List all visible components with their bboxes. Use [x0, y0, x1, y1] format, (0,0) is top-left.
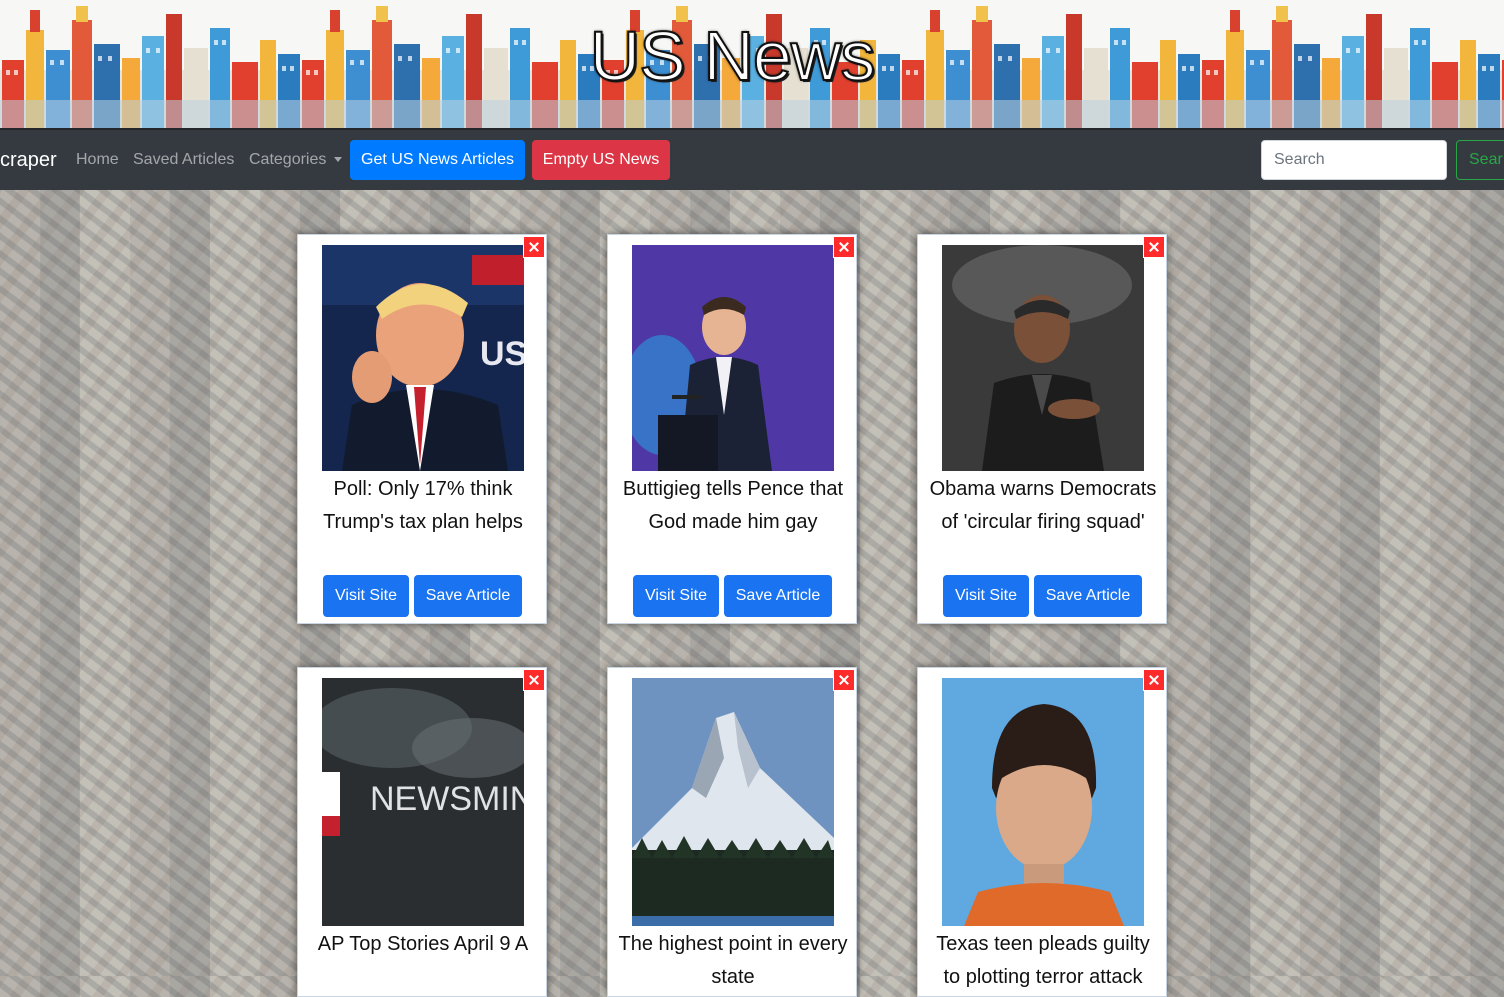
- remove-article-button[interactable]: [523, 669, 545, 691]
- nav-categories-dropdown[interactable]: Categories: [249, 149, 343, 171]
- article-title: Obama warns Democrats of 'circular firin…: [929, 478, 1157, 533]
- remove-article-button[interactable]: [833, 669, 855, 691]
- article-image: [942, 245, 1144, 471]
- visit-site-button[interactable]: Visit Site: [323, 575, 409, 617]
- newsminute-overlay-text: NEWSMINU: [370, 780, 524, 818]
- article-card: Texas teen pleads guilty to plotting ter…: [917, 667, 1167, 997]
- remove-article-button[interactable]: [833, 236, 855, 258]
- article-title: The highest point in every state: [618, 933, 848, 988]
- visit-site-button[interactable]: Visit Site: [633, 575, 719, 617]
- chevron-down-icon: [334, 157, 343, 163]
- get-us-news-articles-button[interactable]: Get US News Articles: [350, 140, 525, 180]
- article-image: NEWSMINU: [322, 678, 524, 926]
- remove-article-button[interactable]: [523, 236, 545, 258]
- save-article-button[interactable]: Save Article: [1034, 575, 1142, 617]
- article-image: [632, 245, 834, 471]
- usa-sign-text: USA: [480, 335, 524, 373]
- save-article-button[interactable]: Save Article: [724, 575, 832, 617]
- nav-home-link[interactable]: Home: [76, 149, 119, 171]
- navbar-brand[interactable]: craper: [0, 146, 57, 174]
- visit-site-button[interactable]: Visit Site: [943, 575, 1029, 617]
- article-thumbnail[interactable]: [632, 678, 834, 926]
- article-image: USA: [322, 245, 524, 471]
- article-thumbnail[interactable]: [942, 678, 1144, 926]
- article-card: NEWSMINU AP Top Stories April 9 A: [297, 667, 547, 997]
- save-article-button[interactable]: Save Article: [414, 575, 522, 617]
- article-thumbnail[interactable]: [632, 245, 834, 471]
- article-card: Obama warns Democrats of 'circular firin…: [917, 234, 1167, 624]
- article-title: Poll: Only 17% think Trump's tax plan he…: [323, 478, 523, 533]
- nav-categories-label: Categories: [249, 151, 327, 168]
- article-thumbnail[interactable]: NEWSMINU: [322, 678, 524, 926]
- article-card: USA Poll: Only 17% think Trump's tax pla…: [297, 234, 547, 624]
- article-image: [942, 678, 1144, 926]
- article-title: AP Top Stories April 9 A: [317, 933, 529, 955]
- article-image: [632, 678, 834, 926]
- remove-article-button[interactable]: [1143, 669, 1165, 691]
- remove-article-button[interactable]: [1143, 236, 1165, 258]
- search-button[interactable]: Sear: [1456, 140, 1504, 180]
- nav-saved-articles-link[interactable]: Saved Articles: [133, 149, 234, 171]
- article-card: The highest point in every state: [607, 667, 857, 997]
- top-navbar: craper Home Saved Articles Categories Ge…: [0, 128, 1504, 190]
- article-thumbnail[interactable]: [942, 245, 1144, 471]
- article-card: Buttigieg tells Pence that God made him …: [607, 234, 857, 624]
- article-title: Buttigieg tells Pence that God made him …: [622, 478, 844, 533]
- article-thumbnail[interactable]: USA: [322, 245, 524, 471]
- empty-us-news-button[interactable]: Empty US News: [532, 140, 670, 180]
- header-banner: US News: [0, 0, 1504, 128]
- search-input[interactable]: [1261, 140, 1447, 180]
- site-title: US News: [589, 16, 877, 96]
- article-title: Texas teen pleads guilty to plotting ter…: [936, 933, 1150, 988]
